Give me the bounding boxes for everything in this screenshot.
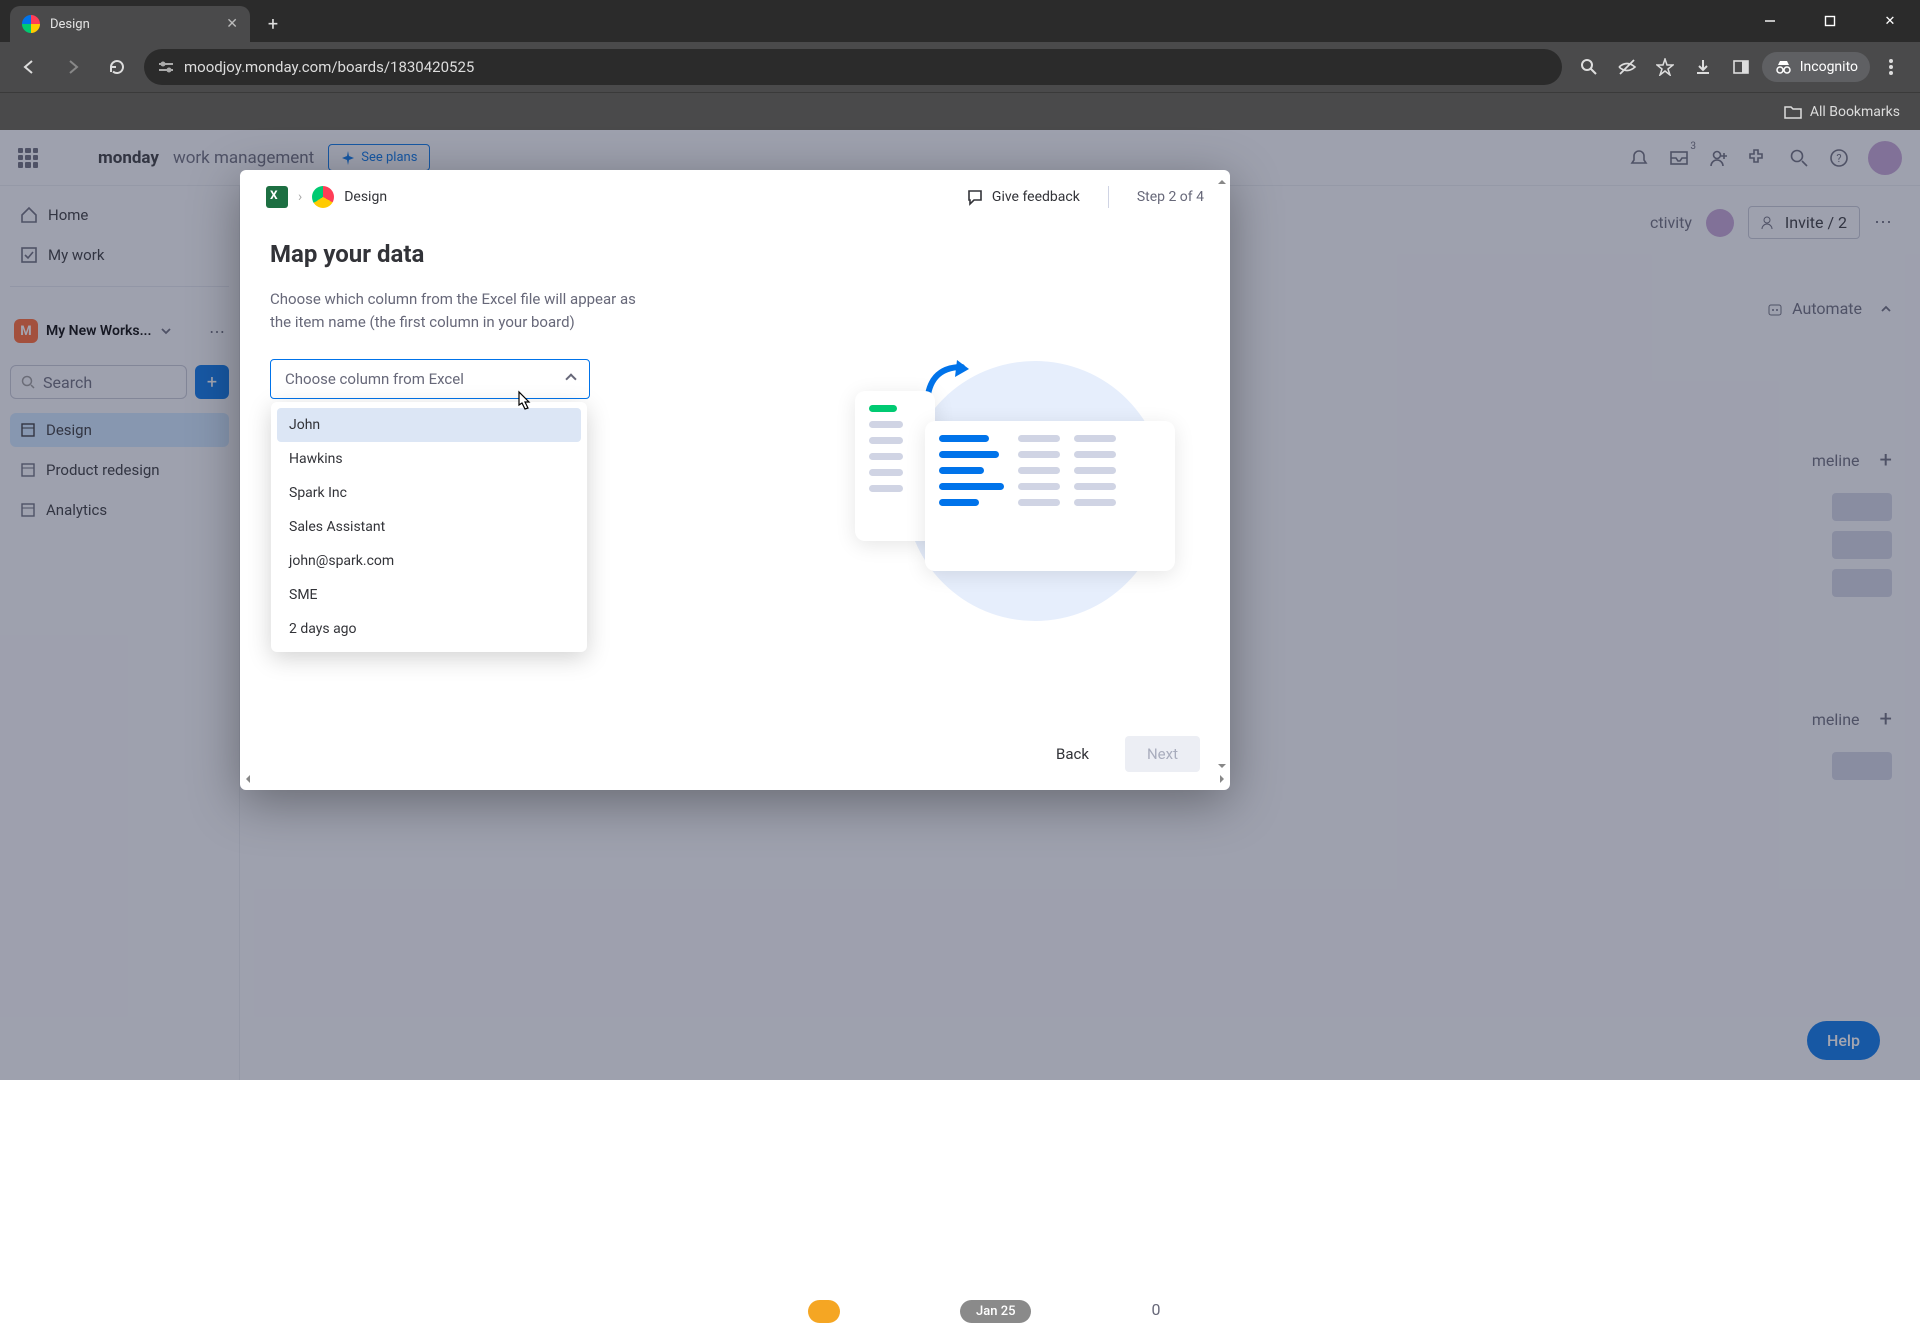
- modal-description: Choose which column from the Excel file …: [270, 288, 650, 335]
- browser-tab[interactable]: Design ✕: [10, 6, 250, 42]
- next-button[interactable]: Next: [1125, 736, 1200, 772]
- breadcrumb-board: Design: [344, 189, 387, 205]
- dropdown-option-sales-assistant[interactable]: Sales Assistant: [277, 510, 581, 544]
- incognito-label: Incognito: [1800, 59, 1858, 75]
- forward-button[interactable]: [56, 50, 90, 84]
- modal-horizontal-scrollbar[interactable]: [246, 772, 1224, 786]
- side-panel-icon[interactable]: [1724, 50, 1758, 84]
- dropdown-option-spark-inc[interactable]: Spark Inc: [277, 476, 581, 510]
- date-pill-1: [808, 1300, 840, 1323]
- maximize-window-button[interactable]: [1800, 0, 1860, 42]
- numbers-cell: 0: [1151, 1300, 1160, 1323]
- dropdown-option-email[interactable]: john@spark.com: [277, 544, 581, 578]
- breadcrumb-separator: ›: [298, 189, 302, 205]
- folder-icon: [1784, 104, 1802, 120]
- step-indicator: Step 2 of 4: [1137, 189, 1204, 205]
- dropdown-option-hawkins[interactable]: Hawkins: [277, 442, 581, 476]
- monday-icon: [312, 186, 334, 208]
- dropdown-option-2-days-ago[interactable]: 2 days ago: [277, 612, 581, 646]
- minimize-window-button[interactable]: [1740, 0, 1800, 42]
- chrome-menu-icon[interactable]: [1874, 50, 1908, 84]
- close-tab-icon[interactable]: ✕: [226, 16, 238, 32]
- incognito-chip[interactable]: Incognito: [1762, 52, 1870, 82]
- divider: [1108, 186, 1109, 208]
- column-dropdown: John Hawkins Spark Inc Sales Assistant j…: [271, 402, 587, 652]
- eye-off-icon[interactable]: [1610, 50, 1644, 84]
- date-pill-2: Jan 25: [960, 1300, 1031, 1323]
- feedback-label: Give feedback: [992, 189, 1080, 205]
- monday-favicon-icon: [22, 15, 40, 33]
- download-icon[interactable]: [1686, 50, 1720, 84]
- close-window-button[interactable]: ✕: [1860, 0, 1920, 42]
- reload-button[interactable]: [100, 50, 134, 84]
- back-button[interactable]: Back: [1034, 736, 1111, 772]
- next-label: Next: [1147, 745, 1178, 763]
- back-label: Back: [1056, 745, 1089, 763]
- chevron-up-icon: [565, 373, 576, 384]
- modal-vertical-scrollbar[interactable]: [1214, 178, 1230, 770]
- dropdown-option-john[interactable]: John: [277, 408, 581, 442]
- cursor-pointer-icon: [512, 390, 534, 416]
- import-modal: › Design Give feedback Step 2 of 4 Map y…: [240, 170, 1230, 790]
- select-placeholder: Choose column from Excel: [285, 370, 464, 388]
- dropdown-option-sme[interactable]: SME: [277, 578, 581, 612]
- give-feedback-button[interactable]: Give feedback: [966, 188, 1080, 206]
- all-bookmarks-button[interactable]: All Bookmarks: [1784, 104, 1900, 120]
- back-button[interactable]: [12, 50, 46, 84]
- column-select[interactable]: Choose column from Excel John Hawkins Sp…: [270, 359, 590, 399]
- url-text: moodjoy.monday.com/boards/1830420525: [184, 58, 474, 76]
- modal-title: Map your data: [270, 240, 770, 268]
- new-tab-button[interactable]: +: [258, 9, 288, 39]
- incognito-icon: [1774, 58, 1792, 76]
- excel-icon: [266, 186, 288, 208]
- zoom-icon[interactable]: [1572, 50, 1606, 84]
- star-icon[interactable]: [1648, 50, 1682, 84]
- tab-title: Design: [50, 17, 90, 32]
- bookmarks-label: All Bookmarks: [1810, 104, 1900, 120]
- mapping-illustration: [855, 361, 1175, 581]
- address-bar[interactable]: moodjoy.monday.com/boards/1830420525: [144, 49, 1562, 85]
- site-settings-icon[interactable]: [158, 59, 174, 75]
- chat-icon: [966, 188, 984, 206]
